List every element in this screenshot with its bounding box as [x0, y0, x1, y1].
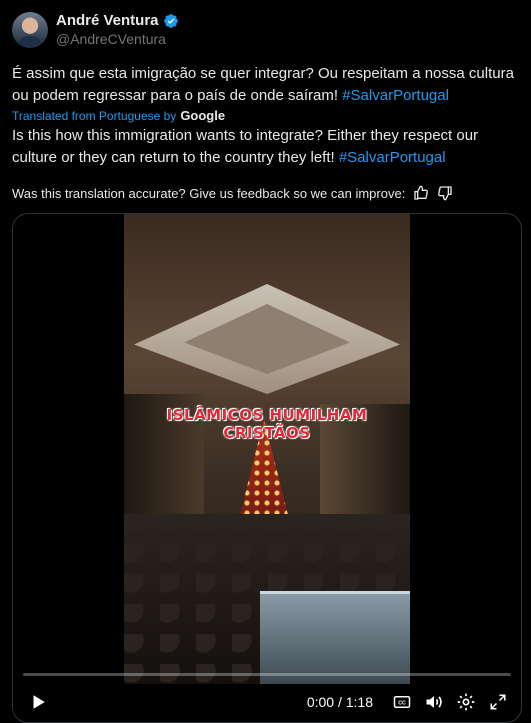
video-frame: ISLÂMICOS HUMILHAM CRISTÃOS — [124, 214, 410, 684]
author-name[interactable]: André Ventura — [56, 12, 159, 30]
author-name-row: André Ventura — [56, 12, 179, 30]
display-case — [260, 591, 410, 684]
google-logo: Google — [180, 108, 226, 123]
author-block: André Ventura @AndreCVentura — [56, 12, 179, 48]
video-player[interactable]: ISLÂMICOS HUMILHAM CRISTÃOS 0:00 / 1:18 … — [12, 213, 522, 723]
video-progress-bar[interactable] — [23, 673, 511, 676]
play-icon[interactable] — [23, 687, 53, 717]
tweet-header: André Ventura @AndreCVentura — [12, 12, 179, 48]
avatar[interactable] — [12, 12, 48, 48]
video-controls: 0:00 / 1:18 CC — [13, 682, 521, 722]
translated-from-text: Translated from Portuguese by — [12, 108, 177, 123]
translation-feedback: Was this translation accurate? Give us f… — [12, 185, 453, 201]
translated-by-label: Translated from Portuguese by Google — [12, 108, 225, 123]
hashtag-link[interactable]: #SalvarPortugal — [342, 87, 449, 104]
verified-badge-icon — [163, 14, 178, 28]
captions-icon[interactable]: CC — [389, 689, 415, 715]
hashtag-link[interactable]: #SalvarPortugal — [339, 149, 446, 166]
video-caption: ISLÂMICOS HUMILHAM CRISTÃOS — [166, 406, 368, 442]
volume-icon[interactable] — [421, 689, 447, 715]
video-time: 0:00 / 1:18 — [306, 694, 373, 710]
svg-text:CC: CC — [398, 701, 406, 707]
original-tweet-text: É assim que esta imigração se quer integ… — [12, 63, 522, 107]
translated-tweet-text: Is this how this immigration wants to in… — [12, 125, 522, 169]
feedback-prompt: Was this translation accurate? Give us f… — [12, 185, 406, 201]
thumbs-up-icon[interactable] — [413, 185, 429, 201]
fullscreen-icon[interactable] — [485, 689, 511, 715]
thumbs-down-icon[interactable] — [437, 185, 453, 201]
settings-icon[interactable] — [453, 689, 479, 715]
author-handle[interactable]: @AndreCVentura — [56, 30, 179, 48]
